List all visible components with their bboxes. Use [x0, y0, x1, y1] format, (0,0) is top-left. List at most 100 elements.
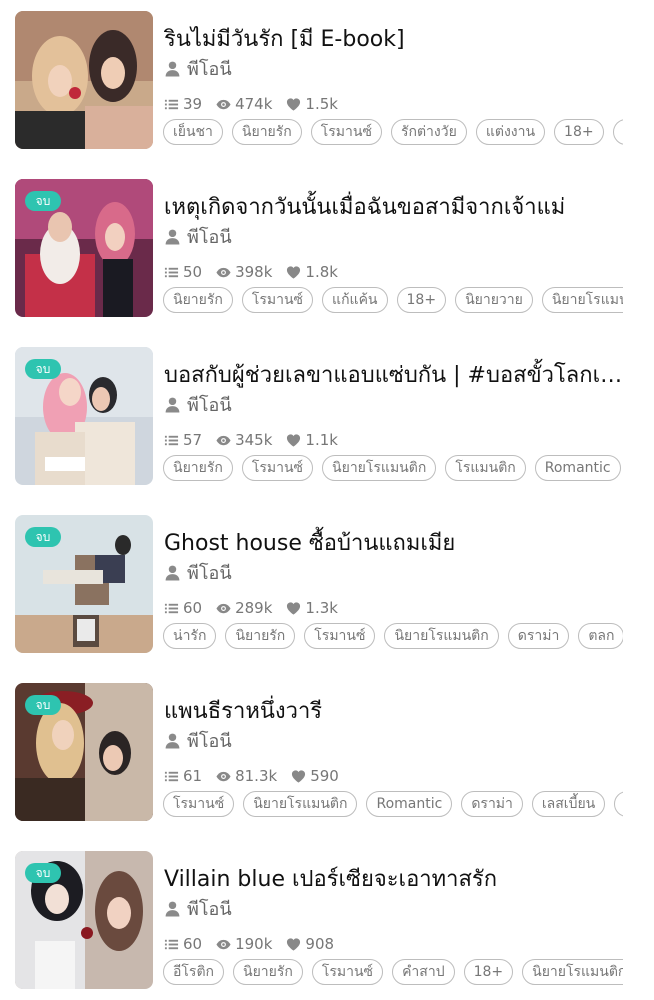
chapter-count: 60 — [183, 599, 203, 617]
book-cover[interactable] — [15, 11, 153, 149]
book-item[interactable]: จบ แพนธีราหนึ่งวารี พีโอนี 61 81.3k 590 … — [0, 683, 654, 823]
like-count: 1.3k — [305, 599, 338, 617]
book-author[interactable]: พีโอนี — [164, 57, 232, 80]
tag-chip[interactable]: นิยายโรแมนติก — [243, 791, 358, 817]
book-item[interactable]: รินไม่มีวันรัก [มี E-book] พีโอนี 39 474… — [0, 11, 654, 151]
tag-chip[interactable]: นิยายรัก — [225, 623, 296, 649]
eye-icon — [216, 99, 231, 109]
book-title[interactable]: Villain blue เปอร์เซียจะเอาทาสรัก — [164, 861, 626, 896]
author-name: พีโอนี — [187, 226, 232, 248]
book-title[interactable]: เหตุเกิดจากวันนั้นเมื่อฉันขอสามีจากเจ้าแ… — [164, 189, 626, 224]
tag-chip[interactable]: นิยายรัก — [231, 119, 302, 145]
tag-chip[interactable]: แก้แค้น — [322, 287, 388, 313]
list-icon — [164, 267, 179, 277]
tag-list: นิยายรัก โรมานซ์ แก้แค้น 18+ นิยายวาย นิยายโร… — [163, 287, 623, 317]
tag-chip[interactable]: Romantic — [534, 455, 621, 481]
person-icon — [165, 733, 180, 748]
completed-badge: จบ — [25, 527, 61, 547]
book-cover[interactable]: จบ — [15, 515, 153, 653]
eye-icon — [216, 939, 231, 949]
tag-chip[interactable]: 18+ — [463, 959, 514, 985]
person-icon — [165, 61, 180, 76]
book-cover[interactable]: จบ — [15, 683, 153, 821]
tag-chip[interactable]: คำสาป — [392, 959, 455, 985]
book-author[interactable]: พีโอนี — [164, 561, 232, 584]
tag-chip[interactable]: ห — [614, 791, 623, 817]
tag-chip[interactable]: 18+ — [554, 119, 604, 145]
person-icon — [165, 565, 180, 580]
book-title[interactable]: รินไม่มีวันรัก [มี E-book] — [164, 21, 626, 56]
tag-chip[interactable]: นิ — [612, 119, 623, 145]
tag-chip[interactable]: โรมานซ์ — [304, 623, 376, 649]
book-item[interactable]: จบ บอสกับผู้ช่วยเลขาแอบแซ่บกัน | #บอสขั้… — [0, 347, 654, 487]
chapter-count: 57 — [183, 431, 203, 449]
eye-icon — [216, 435, 231, 445]
tag-chip[interactable]: Romantic — [366, 791, 453, 817]
book-item[interactable]: จบ Villain blue เปอร์เซียจะเอาทาสรัก พีโ… — [0, 851, 654, 991]
tag-chip[interactable]: นิยายวาย — [455, 287, 533, 313]
book-author[interactable]: พีโอนี — [164, 897, 232, 920]
book-item[interactable]: จบ Ghost house ซื้อบ้านแถมเมีย พีโอนี 60… — [0, 515, 654, 655]
like-count: 1.5k — [305, 95, 338, 113]
tag-chip[interactable]: โรมานซ์ — [310, 119, 382, 145]
view-count: 81.3k — [235, 767, 278, 785]
completed-badge: จบ — [25, 191, 61, 211]
book-item[interactable]: จบ เหตุเกิดจากวันนั้นเมื่อฉันขอสามีจากเจ… — [0, 179, 654, 319]
tag-chip[interactable]: โรมานซ์ — [163, 791, 235, 817]
eye-icon — [216, 603, 231, 613]
tag-chip[interactable]: น่ารัก — [163, 623, 217, 649]
tag-chip[interactable]: ตลก — [578, 623, 623, 649]
tag-list: อีโรติก นิยายรัก โรมานซ์ คำสาป 18+ นิยายโรแมน… — [163, 959, 623, 989]
completed-badge: จบ — [25, 359, 61, 379]
view-count: 190k — [235, 935, 273, 953]
tag-chip[interactable]: 18+ — [396, 287, 447, 313]
tag-chip[interactable]: นิยายโรแมนติก — [322, 455, 437, 481]
tag-chip[interactable]: ดราม่า — [507, 623, 570, 649]
tag-chip[interactable]: ดราม่า — [461, 791, 523, 817]
like-count: 590 — [310, 767, 339, 785]
tag-chip[interactable]: นิยายโรแมนติก — [522, 959, 623, 985]
chapter-count: 60 — [183, 935, 203, 953]
book-author[interactable]: พีโอนี — [164, 729, 232, 752]
book-title[interactable]: บอสกับผู้ช่วยเลขาแอบแซ่บกัน | #บอสขั้วโล… — [164, 357, 626, 392]
tag-chip[interactable]: โรมานซ์ — [241, 455, 314, 481]
tag-chip[interactable]: โรแมนติก — [445, 455, 526, 481]
chapter-count: 39 — [183, 95, 203, 113]
tag-chip[interactable]: โรมานซ์ — [311, 959, 384, 985]
tag-chip[interactable]: รักต่างวัย — [390, 119, 467, 145]
book-cover[interactable]: จบ — [15, 179, 153, 317]
tag-chip[interactable]: เลสเบี้ยน — [531, 791, 606, 817]
book-author[interactable]: พีโอนี — [164, 393, 232, 416]
heart-icon — [287, 433, 301, 447]
view-count: 398k — [235, 263, 273, 281]
list-icon — [164, 939, 179, 949]
view-count: 474k — [235, 95, 273, 113]
heart-icon — [292, 769, 306, 783]
book-cover[interactable]: จบ — [15, 347, 153, 485]
book-stats: 60 190k 908 — [164, 935, 334, 953]
book-cover[interactable]: จบ — [15, 851, 153, 989]
book-stats: 39 474k 1.5k — [164, 95, 338, 113]
book-title[interactable]: แพนธีราหนึ่งวารี — [164, 693, 626, 728]
tag-chip[interactable]: นิยายรัก — [163, 455, 233, 481]
book-stats: 61 81.3k 590 — [164, 767, 339, 785]
like-count: 908 — [305, 935, 335, 953]
like-count: 1.1k — [305, 431, 338, 449]
chapter-count: 61 — [183, 767, 203, 785]
tag-chip[interactable]: โรมานซ์ — [241, 287, 314, 313]
person-icon — [165, 397, 180, 412]
tag-chip[interactable]: แต่งงาน — [475, 119, 546, 145]
tag-chip[interactable]: อีโรติก — [163, 959, 225, 985]
book-author[interactable]: พีโอนี — [164, 225, 232, 248]
cover-illustration — [15, 11, 153, 149]
tag-chip[interactable]: นิยายโรแมนติก — [384, 623, 499, 649]
heart-icon — [287, 97, 301, 111]
tag-chip[interactable]: นิยายรัก — [163, 287, 233, 313]
tag-chip[interactable]: นิยายโรแมนติก — [541, 287, 623, 313]
book-title[interactable]: Ghost house ซื้อบ้านแถมเมีย — [164, 525, 626, 560]
list-icon — [164, 771, 179, 781]
tag-chip[interactable]: นิยายรัก — [233, 959, 303, 985]
tag-list: โรมานซ์ นิยายโรแมนติก Romantic ดราม่า เลสเบี… — [163, 791, 623, 821]
tag-chip[interactable]: เย็นชา — [163, 119, 223, 145]
tag-list: นิยายรัก โรมานซ์ นิยายโรแมนติก โรแมนติก Roma… — [163, 455, 623, 485]
